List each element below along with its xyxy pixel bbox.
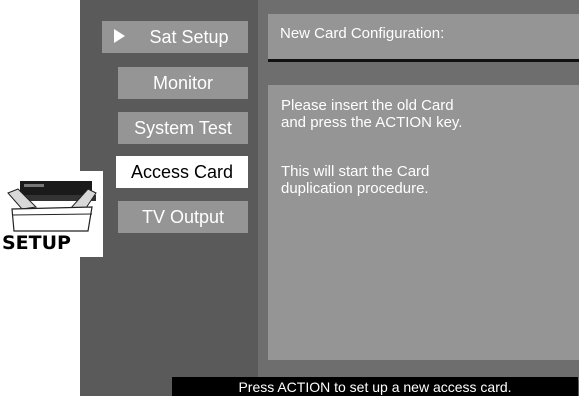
message-line: Please insert the old Card (281, 97, 454, 114)
menu-item-tv-output[interactable]: TV Output (118, 201, 248, 233)
message-line: duplication procedure. (281, 180, 429, 197)
menu-item-label: Sat Setup (149, 26, 229, 47)
message-line: This will start the Card (281, 163, 430, 180)
menu-item-label: System Test (134, 117, 232, 138)
menu-item-label: Monitor (152, 72, 214, 93)
menu-item-label: Access Card (130, 161, 234, 182)
menu-item-monitor[interactable]: Monitor (118, 67, 248, 99)
setup-logo-text: SETUP (2, 232, 71, 254)
triangle-right-icon (114, 29, 125, 43)
status-bar: Press ACTION to set up a new access card… (172, 377, 578, 396)
menu-item-label: TV Output (141, 206, 225, 227)
menu-item-sat-setup[interactable]: Sat Setup (102, 21, 248, 53)
menu-item-access-card[interactable]: Access Card (116, 156, 248, 188)
menu-item-system-test[interactable]: System Test (118, 112, 248, 144)
header-divider (268, 59, 579, 62)
message-line: and press the ACTION key. (281, 114, 463, 131)
panel-header: New Card Configuration: (268, 14, 579, 62)
panel-title: New Card Configuration: (280, 25, 445, 42)
status-text: Press ACTION to set up a new access card… (238, 378, 512, 395)
